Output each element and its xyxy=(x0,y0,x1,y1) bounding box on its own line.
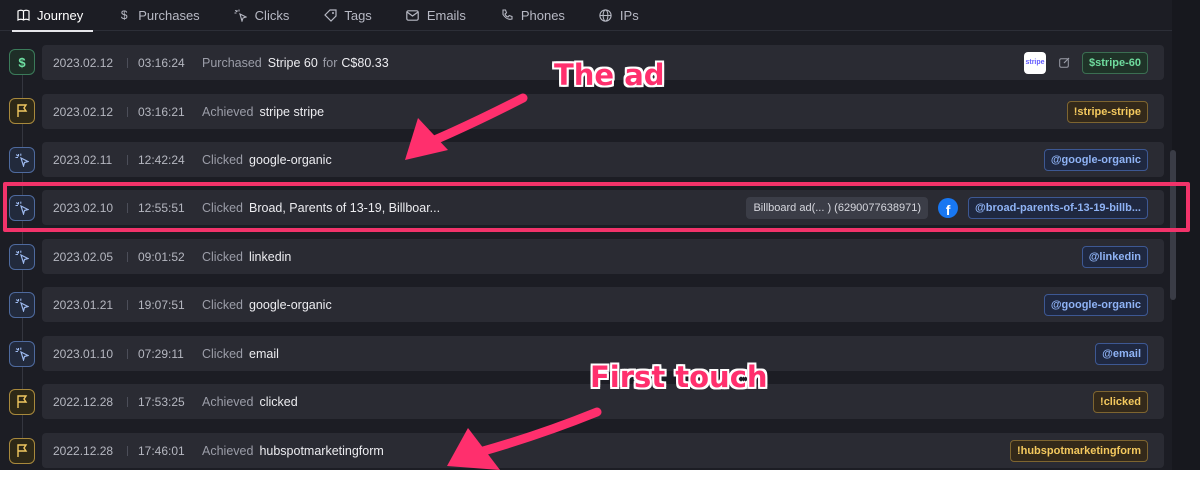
event-verb: Achieved xyxy=(202,443,254,458)
event-tag[interactable]: @linkedin xyxy=(1081,245,1148,268)
event-tag[interactable]: @email xyxy=(1095,342,1148,365)
event-date: 2023.02.11 xyxy=(53,152,113,167)
event-time: 12:42:24 xyxy=(138,152,185,167)
purchase-dollar-icon: $ xyxy=(9,49,35,75)
flag-icon xyxy=(9,438,35,464)
divider xyxy=(127,106,128,117)
event-meta: !clicked xyxy=(1093,384,1148,419)
mail-icon xyxy=(406,9,420,21)
divider xyxy=(127,348,128,359)
event-meta: @linkedin xyxy=(1081,239,1148,274)
event-meta: @google-organic xyxy=(1043,287,1148,322)
event-verb: Clicked xyxy=(202,297,243,312)
event-date: 2023.02.05 xyxy=(53,249,114,264)
book-icon xyxy=(16,9,30,21)
tab-label: Phones xyxy=(520,7,565,23)
divider xyxy=(127,445,128,456)
event-object: google-organic xyxy=(249,152,332,167)
edit-icon[interactable] xyxy=(1056,55,1072,71)
event-time: 17:53:25 xyxy=(138,394,185,409)
journey-event-row[interactable]: 2023.01.21 19:07:51 Clicked google-organ… xyxy=(42,287,1164,322)
event-for-text: for xyxy=(322,55,338,70)
tab-label: IPs xyxy=(619,7,639,23)
tab-label: Purchases xyxy=(138,7,200,23)
stripe-logo: stripe xyxy=(1024,51,1047,74)
event-meta: stripe $stripe-60 xyxy=(1024,45,1148,80)
journey-event-row[interactable]: 2022.12.28 17:46:01 Achieved hubspotmark… xyxy=(42,433,1164,468)
flag-icon xyxy=(9,98,35,124)
event-verb: Achieved xyxy=(202,104,254,119)
dollar-icon: $ xyxy=(120,8,128,22)
tag-icon xyxy=(323,8,337,22)
event-object: linkedin xyxy=(249,249,292,264)
event-time: 03:16:24 xyxy=(138,55,185,70)
globe-icon xyxy=(599,8,613,22)
event-meta: !stripe-stripe xyxy=(1066,94,1148,129)
tab-ips[interactable]: IPs xyxy=(599,0,639,31)
flag-icon xyxy=(9,389,35,415)
tab-emails[interactable]: Emails xyxy=(406,0,466,31)
event-verb: Achieved xyxy=(202,394,254,409)
divider xyxy=(127,57,128,68)
event-object: clicked xyxy=(259,394,298,409)
event-object: Stripe 60 xyxy=(267,55,318,70)
pointer-click-icon xyxy=(9,292,35,318)
pointer-click-icon xyxy=(9,341,35,367)
tab-tags[interactable]: Tags xyxy=(323,0,372,31)
pointer-click-icon xyxy=(9,244,35,270)
event-time: 19:07:51 xyxy=(138,297,185,312)
divider xyxy=(127,251,128,262)
event-date: 2022.12.28 xyxy=(53,394,114,409)
annotation-first-touch: First touch xyxy=(590,360,768,394)
tab-label: Clicks xyxy=(254,7,290,23)
event-date: 2022.12.28 xyxy=(53,443,114,458)
event-verb: Clicked xyxy=(202,346,243,361)
event-date: 2023.02.12 xyxy=(53,55,114,70)
event-date: 2023.01.21 xyxy=(53,297,114,312)
tab-clicks[interactable]: Clicks xyxy=(234,0,290,31)
phone-icon xyxy=(500,9,514,21)
event-verb: Clicked xyxy=(202,152,243,167)
tab-label: Journey xyxy=(37,7,84,23)
journey-event-row[interactable]: 2023.02.11 12:42:24 Clicked google-organ… xyxy=(42,142,1164,177)
event-meta: @google-organic xyxy=(1043,142,1148,177)
ad-highlight-box xyxy=(3,182,1190,232)
event-tag[interactable]: !clicked xyxy=(1093,390,1148,413)
event-verb: Purchased xyxy=(202,55,262,70)
event-tag[interactable]: @google-organic xyxy=(1043,148,1148,171)
side-panel-edge xyxy=(1172,0,1200,470)
event-tag[interactable]: $stripe-60 xyxy=(1082,51,1148,74)
event-time: 07:29:11 xyxy=(138,346,184,361)
event-object: email xyxy=(249,346,279,361)
pointer-click-icon xyxy=(9,147,35,173)
event-tag[interactable]: @google-organic xyxy=(1043,293,1148,316)
event-time: 17:46:01 xyxy=(138,443,185,458)
event-date: 2023.01.10 xyxy=(53,346,114,361)
event-object: google-organic xyxy=(249,297,332,312)
tab-label: Emails xyxy=(426,7,466,23)
event-time: 03:16:21 xyxy=(138,104,185,119)
pointer-click-icon xyxy=(234,9,248,22)
tab-phones[interactable]: Phones xyxy=(500,0,565,31)
event-verb: Clicked xyxy=(202,249,243,264)
divider xyxy=(127,396,128,407)
tab-journey[interactable]: Journey xyxy=(11,0,94,32)
event-object: stripe stripe xyxy=(259,104,325,119)
journey-event-row[interactable]: 2023.02.12 03:16:21 Achieved stripe stri… xyxy=(42,94,1164,129)
event-object: hubspotmarketingform xyxy=(259,443,384,458)
tab-purchases[interactable]: $ Purchases xyxy=(117,0,200,31)
event-time: 09:01:52 xyxy=(138,249,185,264)
event-date: 2023.02.12 xyxy=(53,104,114,119)
annotation-the-ad: The ad xyxy=(554,58,665,92)
tab-bar: Journey $ Purchases Clicks Tags Emails P… xyxy=(0,0,1172,32)
divider xyxy=(127,154,128,165)
event-meta: @email xyxy=(1095,336,1148,371)
event-tag[interactable]: !stripe-stripe xyxy=(1066,100,1148,123)
journey-event-row[interactable]: 2023.02.05 09:01:52 Clicked linkedin @li… xyxy=(42,239,1164,274)
divider xyxy=(127,299,128,310)
event-meta: !hubspotmarketingform xyxy=(1009,433,1148,468)
tab-label: Tags xyxy=(344,7,372,23)
event-tag[interactable]: !hubspotmarketingform xyxy=(1009,439,1148,462)
purchase-amount: C$80.33 xyxy=(341,55,389,70)
